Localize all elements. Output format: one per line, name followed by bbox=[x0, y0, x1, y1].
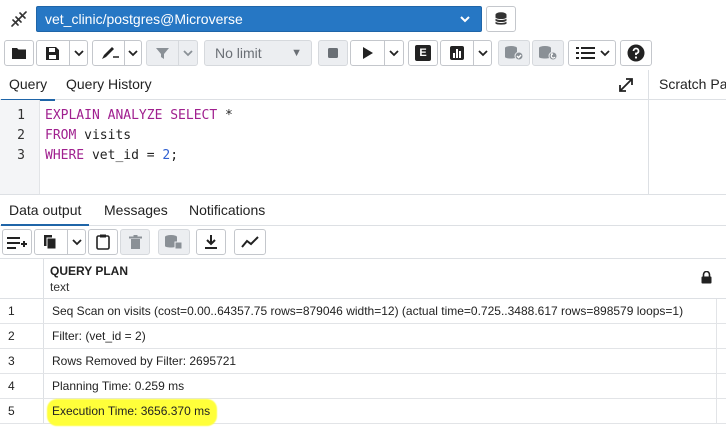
row-limit-value: No limit bbox=[215, 45, 262, 61]
bar-chart-icon bbox=[450, 46, 464, 60]
line-number: 2 bbox=[17, 128, 25, 143]
row-limit-select[interactable]: No limit ▼ bbox=[204, 40, 312, 66]
explain-icon: E bbox=[415, 45, 431, 61]
database-icon bbox=[495, 12, 507, 25]
column-type: text bbox=[50, 280, 70, 294]
help-icon bbox=[627, 44, 645, 62]
download-button[interactable] bbox=[196, 229, 226, 255]
query-toolbar: No limit ▼ E bbox=[0, 36, 726, 70]
stop-icon bbox=[328, 48, 338, 58]
rollback-button[interactable] bbox=[532, 40, 564, 66]
connection-bar: vet_clinic/postgres@Microverse bbox=[0, 0, 726, 36]
query-plan-cell[interactable]: Planning Time: 0.259 ms bbox=[52, 379, 184, 393]
save-button[interactable] bbox=[36, 40, 88, 66]
table-row[interactable]: 1 Seq Scan on visits (cost=0.00..64357.7… bbox=[0, 299, 726, 324]
expand-icon[interactable] bbox=[618, 77, 634, 96]
row-number: 3 bbox=[0, 349, 44, 373]
database-check-icon bbox=[505, 46, 524, 61]
code-line: EXPLAIN ANALYZE SELECT * bbox=[45, 108, 233, 123]
macros-button[interactable] bbox=[568, 40, 616, 66]
query-plan-cell[interactable]: Seq Scan on visits (cost=0.00..64357.75 … bbox=[52, 304, 683, 318]
chevron-down-icon bbox=[74, 50, 84, 57]
output-toolbar bbox=[0, 226, 726, 258]
add-row-button[interactable] bbox=[2, 229, 32, 255]
play-icon bbox=[363, 47, 373, 59]
execute-button[interactable] bbox=[350, 40, 404, 66]
copy-button[interactable] bbox=[34, 229, 86, 255]
grid-header: QUERY PLAN text bbox=[0, 259, 726, 299]
database-button[interactable] bbox=[486, 6, 516, 32]
chevron-down-icon bbox=[459, 9, 471, 36]
chevron-down-icon bbox=[128, 50, 138, 57]
table-row[interactable]: 3 Rows Removed by Filter: 2695721 bbox=[0, 349, 726, 374]
clipboard-icon bbox=[96, 234, 110, 250]
tab-query[interactable]: Query bbox=[0, 76, 56, 101]
table-row[interactable]: 2 Filter: (vet_id = 2) bbox=[0, 324, 726, 349]
download-icon bbox=[205, 235, 217, 249]
connection-select[interactable]: vet_clinic/postgres@Microverse bbox=[36, 6, 482, 32]
save-icon bbox=[46, 46, 59, 60]
row-number: 5 bbox=[0, 399, 44, 423]
query-plan-cell[interactable]: Rows Removed by Filter: 2695721 bbox=[52, 354, 236, 368]
database-undo-icon bbox=[539, 46, 558, 61]
tab-query-history[interactable]: Query History bbox=[66, 76, 152, 92]
query-plan-cell[interactable]: Filter: (vet_id = 2) bbox=[52, 329, 146, 343]
database-save-icon bbox=[165, 235, 183, 250]
row-number: 4 bbox=[0, 374, 44, 398]
query-plan-cell[interactable]: Execution Time: 3656.370 ms bbox=[52, 404, 210, 418]
tab-data-output[interactable]: Data output bbox=[0, 202, 90, 226]
column-name[interactable]: QUERY PLAN bbox=[50, 264, 128, 278]
caret-down-icon: ▼ bbox=[291, 47, 302, 59]
tab-scratch-pad[interactable]: Scratch Pad bbox=[649, 70, 726, 100]
stop-button[interactable] bbox=[318, 40, 348, 66]
filter-icon bbox=[156, 47, 169, 59]
pencil-icon bbox=[102, 47, 119, 59]
line-number: 1 bbox=[17, 108, 25, 123]
tab-notifications[interactable]: Notifications bbox=[189, 202, 265, 218]
table-row[interactable]: 5 Execution Time: 3656.370 ms bbox=[0, 399, 726, 426]
graph-visualiser-button[interactable] bbox=[234, 229, 266, 255]
explain-button[interactable]: E bbox=[408, 40, 438, 66]
save-data-button[interactable] bbox=[158, 229, 190, 255]
output-tab-bar: Data output Messages Notifications bbox=[0, 194, 726, 226]
row-number-header bbox=[0, 259, 44, 299]
filter-button[interactable] bbox=[146, 40, 198, 66]
open-file-button[interactable] bbox=[4, 40, 34, 66]
help-button[interactable] bbox=[620, 40, 652, 66]
connection-label: vet_clinic/postgres@Microverse bbox=[45, 11, 243, 27]
sql-editor[interactable]: 1 2 3 EXPLAIN ANALYZE SELECT * FROM visi… bbox=[0, 100, 648, 194]
code-line: WHERE vet_id = 2; bbox=[45, 148, 179, 163]
edit-button[interactable] bbox=[92, 40, 142, 66]
chevron-down-icon bbox=[72, 239, 82, 246]
folder-icon bbox=[12, 48, 26, 59]
query-tab-bar: Query Query History bbox=[0, 70, 648, 101]
chevron-down-icon bbox=[389, 50, 399, 57]
explain-analyze-button[interactable] bbox=[440, 40, 492, 66]
code-line: FROM visits bbox=[45, 128, 132, 143]
tab-messages[interactable]: Messages bbox=[104, 202, 168, 218]
row-number: 2 bbox=[0, 324, 44, 348]
copy-icon bbox=[44, 235, 57, 250]
connection-status-icon[interactable] bbox=[4, 6, 34, 32]
delete-button[interactable] bbox=[120, 229, 150, 255]
chevron-down-icon bbox=[600, 50, 610, 57]
chevron-down-icon bbox=[183, 50, 193, 57]
commit-button[interactable] bbox=[498, 40, 530, 66]
trash-icon bbox=[128, 234, 142, 249]
row-number: 1 bbox=[0, 299, 44, 323]
lock-icon bbox=[701, 270, 712, 287]
paste-button[interactable] bbox=[88, 229, 118, 255]
table-row[interactable]: 4 Planning Time: 0.259 ms bbox=[0, 374, 726, 399]
add-row-icon bbox=[7, 237, 27, 249]
result-grid: QUERY PLAN text 1 Seq Scan on visits (co… bbox=[0, 258, 726, 428]
line-number: 3 bbox=[17, 148, 25, 163]
list-icon bbox=[576, 47, 595, 59]
line-number-gutter: 1 2 3 bbox=[0, 100, 40, 194]
line-chart-icon bbox=[241, 236, 259, 248]
chevron-down-icon bbox=[478, 50, 488, 57]
scratch-pad-panel: Scratch Pad bbox=[648, 70, 726, 194]
